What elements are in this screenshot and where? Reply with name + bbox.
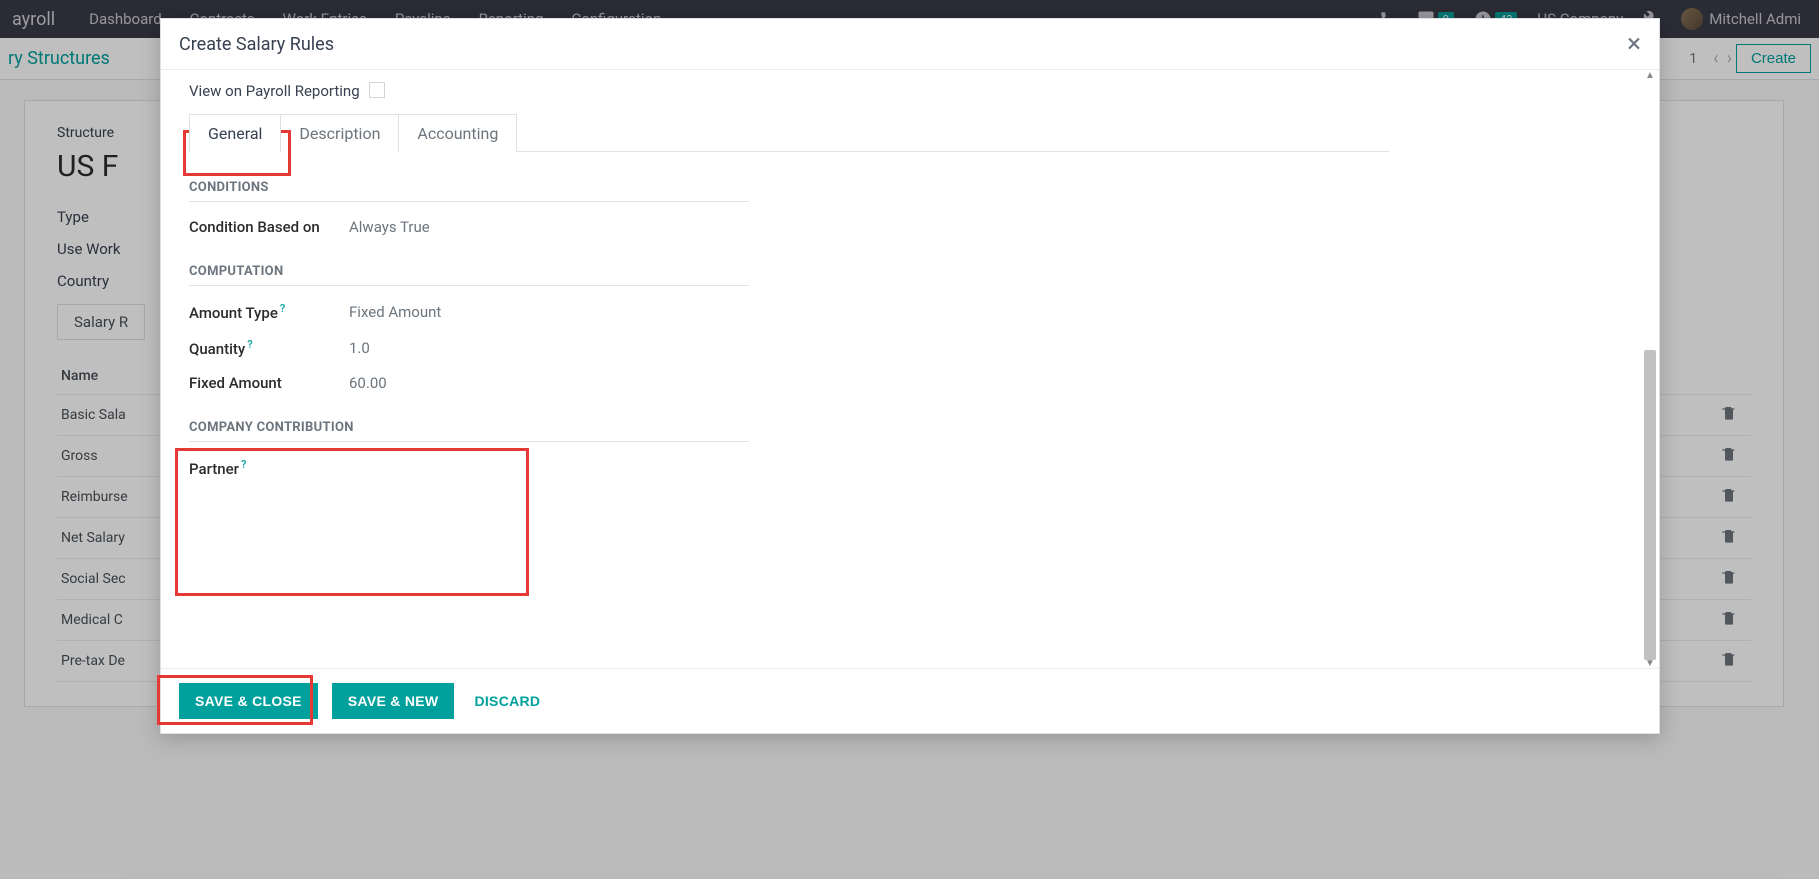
section-conditions: CONDITIONS	[189, 180, 749, 202]
amount-type-value[interactable]: Fixed Amount	[349, 303, 441, 321]
tab-accounting[interactable]: Accounting	[399, 114, 517, 152]
scroll-up-icon[interactable]: ▲	[1645, 70, 1655, 80]
scrollbar[interactable]: ▲ ▼	[1643, 70, 1657, 668]
save-close-button[interactable]: SAVE & CLOSE	[179, 683, 318, 719]
close-icon[interactable]: ×	[1627, 31, 1641, 57]
section-company-contribution: COMPANY CONTRIBUTION	[189, 420, 749, 442]
discard-button[interactable]: DISCARD	[468, 683, 546, 719]
fixed-amount-label: Fixed Amount	[189, 374, 349, 392]
tab-general[interactable]: General	[189, 114, 281, 152]
modal-body: View on Payroll Reporting General Descri…	[161, 70, 1659, 668]
section-computation: COMPUTATION	[189, 264, 749, 286]
condition-based-on-value[interactable]: Always True	[349, 218, 430, 236]
scroll-down-icon[interactable]: ▼	[1645, 658, 1655, 668]
quantity-value[interactable]: 1.0	[349, 339, 370, 357]
modal-header: Create Salary Rules ×	[161, 19, 1659, 70]
save-new-button[interactable]: SAVE & NEW	[332, 683, 455, 719]
modal-footer: SAVE & CLOSE SAVE & NEW DISCARD	[161, 668, 1659, 733]
fixed-amount-value[interactable]: 60.00	[349, 374, 387, 392]
modal-title: Create Salary Rules	[179, 34, 334, 55]
tab-description[interactable]: Description	[281, 114, 399, 152]
view-on-payroll-reporting-label: View on Payroll Reporting	[189, 82, 369, 100]
quantity-label: Quantity?	[189, 338, 349, 358]
help-icon[interactable]: ?	[247, 338, 252, 351]
modal-tabs: General Description Accounting	[189, 114, 1631, 152]
condition-based-on-label: Condition Based on	[189, 218, 349, 236]
amount-type-label: Amount Type?	[189, 302, 349, 322]
help-icon[interactable]: ?	[241, 458, 246, 471]
help-icon[interactable]: ?	[280, 302, 285, 315]
partner-label: Partner?	[189, 458, 349, 478]
view-on-payroll-reporting-checkbox[interactable]	[369, 82, 385, 98]
scroll-thumb[interactable]	[1644, 350, 1656, 660]
modal-create-salary-rules: Create Salary Rules × View on Payroll Re…	[160, 18, 1660, 734]
